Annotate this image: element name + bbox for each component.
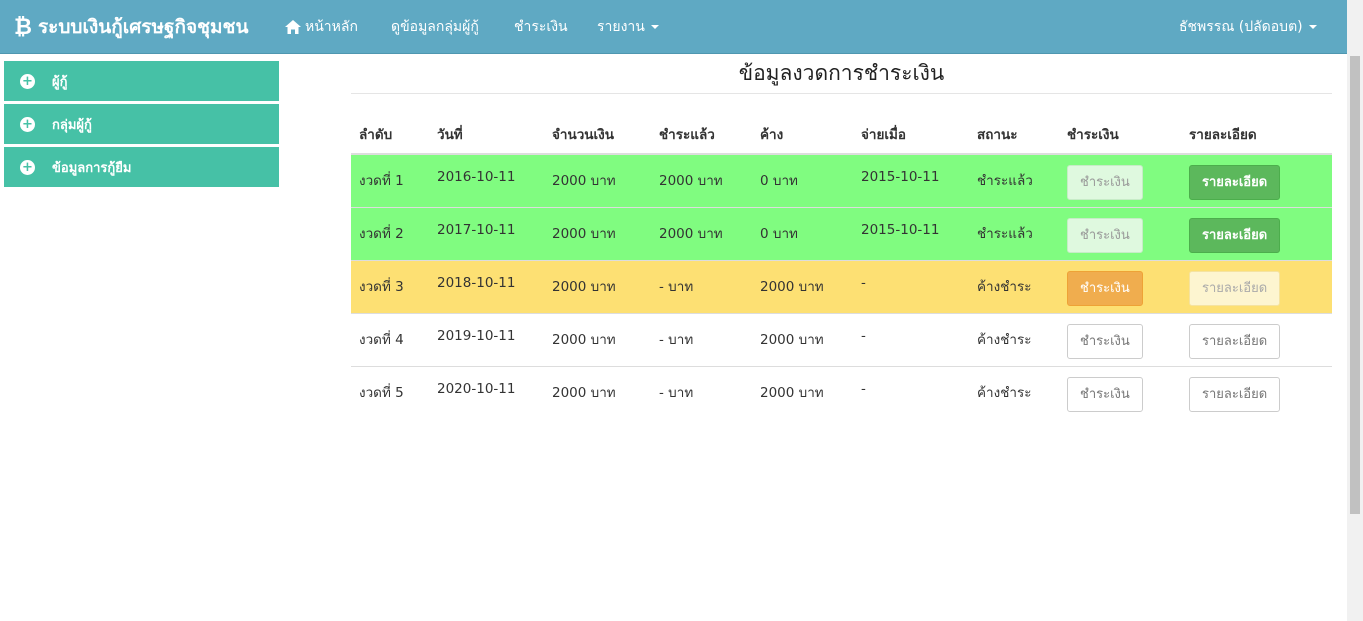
sidebar: + ผู้กู้ + กลุ่มผู้กู้ + ข้อมูลการกู้ยืม [4, 61, 279, 190]
cell-paid: 2000 บาท [651, 153, 752, 207]
cell-status: ค้างชำระ [969, 365, 1059, 419]
cell-amount: 2000 บาท [544, 259, 651, 313]
cell-owed: 2000 บาท [752, 259, 853, 313]
sidebar-item-label: ข้อมูลการกู้ยืม [52, 160, 132, 176]
sidebar-item-borrower[interactable]: + ผู้กู้ [4, 61, 279, 104]
user-name: ธัชพรรณ (ปลัดอบต) [1179, 19, 1303, 35]
cell-paid-on: 2015-10-11 [853, 153, 969, 207]
nav-payment[interactable]: ชำระเงิน [514, 0, 568, 54]
table-header-row: ลำดับ วันที่ จำนวนเงิน ชำระแล้ว ค้าง จ่า… [351, 114, 1332, 155]
cell-date: 2019-10-11 [429, 312, 544, 366]
pay-button[interactable]: ชำระเงิน [1067, 376, 1143, 412]
col-header: ค้าง [752, 114, 853, 155]
cell-paid: - บาท [651, 259, 752, 313]
col-header: ชำระแล้ว [651, 114, 752, 155]
detail-button[interactable]: รายละเอียด [1189, 217, 1281, 253]
cell-date: 2016-10-11 [429, 153, 544, 207]
cell-status: ชำระแล้ว [969, 153, 1059, 207]
brand-title: ระบบเงินกู้เศรษฐกิจชุมชน [37, 16, 249, 38]
cell-status: ค้างชำระ [969, 259, 1059, 313]
page-title: ข้อมูลงวดการชำระเงิน [351, 54, 1332, 94]
caret-down-icon [1308, 25, 1317, 29]
scrollbar-thumb[interactable] [1350, 56, 1360, 514]
detail-button[interactable]: รายละเอียด [1189, 376, 1281, 412]
sidebar-item-label: ผู้กู้ [52, 74, 68, 90]
cell-no: งวดที่ 3 [351, 259, 429, 313]
detail-button[interactable]: รายละเอียด [1189, 323, 1281, 359]
nav-group-info-label: ดูข้อมูลกลุ่มผู้กู้ [391, 19, 479, 35]
cell-status: ชำระแล้ว [969, 206, 1059, 260]
cell-paid: - บาท [651, 312, 752, 366]
cell-owed: 0 บาท [752, 206, 853, 260]
col-header: จ่ายเมื่อ [853, 114, 969, 155]
cell-date: 2017-10-11 [429, 206, 544, 260]
table-row: งวดที่ 4 2019-10-11 2000 บาท - บาท 2000 … [351, 312, 1332, 366]
nav-home-label: หน้าหลัก [305, 19, 358, 35]
main-content: ข้อมูลงวดการชำระเงิน ลำดับ วันที่ จำนวนเ… [351, 54, 1332, 419]
cell-amount: 2000 บาท [544, 312, 651, 366]
bitcoin-icon: ₿ [14, 15, 32, 40]
cell-owed: 2000 บาท [752, 312, 853, 366]
table-row: งวดที่ 3 2018-10-11 2000 บาท - บาท 2000 … [351, 259, 1332, 313]
cell-no: งวดที่ 1 [351, 153, 429, 207]
nav-group-info[interactable]: ดูข้อมูลกลุ่มผู้กู้ [391, 0, 479, 54]
sidebar-item-borrower-group[interactable]: + กลุ่มผู้กู้ [4, 104, 279, 147]
cell-date: 2020-10-11 [429, 365, 544, 419]
col-header: ลำดับ [351, 114, 429, 155]
col-header: ชำระเงิน [1059, 114, 1181, 155]
cell-status: ค้างชำระ [969, 312, 1059, 366]
nav-report-label: รายงาน [597, 19, 645, 35]
nav-report-dropdown[interactable]: รายงาน [597, 0, 659, 54]
cell-paid-on: - [853, 312, 969, 366]
table-row: งวดที่ 1 2016-10-11 2000 บาท 2000 บาท 0 … [351, 153, 1332, 207]
col-header: รายละเอียด [1181, 114, 1332, 155]
detail-button[interactable]: รายละเอียด [1189, 165, 1281, 200]
brand[interactable]: ₿ ระบบเงินกู้เศรษฐกิจชุมชน [14, 0, 248, 54]
caret-down-icon [650, 25, 659, 29]
plus-circle-icon: + [20, 116, 35, 132]
page-scrollbar[interactable] [1347, 0, 1363, 621]
cell-paid-on: - [853, 365, 969, 419]
cell-no: งวดที่ 2 [351, 206, 429, 260]
pay-button[interactable]: ชำระเงิน [1067, 217, 1143, 253]
col-header: สถานะ [969, 114, 1059, 155]
cell-amount: 2000 บาท [544, 153, 651, 207]
installments-table: ลำดับ วันที่ จำนวนเงิน ชำระแล้ว ค้าง จ่า… [351, 114, 1332, 419]
col-header: จำนวนเงิน [544, 114, 651, 155]
detail-button[interactable]: รายละเอียด [1189, 270, 1281, 306]
nav-payment-label: ชำระเงิน [514, 19, 568, 35]
cell-amount: 2000 บาท [544, 206, 651, 260]
table-row: งวดที่ 5 2020-10-11 2000 บาท - บาท 2000 … [351, 365, 1332, 419]
cell-owed: 2000 บาท [752, 365, 853, 419]
nav-home[interactable]: หน้าหลัก [285, 0, 358, 54]
col-header: วันที่ [429, 114, 544, 155]
pay-button[interactable]: ชำระเงิน [1067, 270, 1143, 306]
plus-circle-icon: + [20, 159, 35, 175]
cell-owed: 0 บาท [752, 153, 853, 207]
cell-paid-on: - [853, 259, 969, 313]
user-menu-dropdown[interactable]: ธัชพรรณ (ปลัดอบต) [1179, 0, 1317, 54]
pay-button[interactable]: ชำระเงิน [1067, 165, 1143, 200]
cell-amount: 2000 บาท [544, 365, 651, 419]
table-row: งวดที่ 2 2017-10-11 2000 บาท 2000 บาท 0 … [351, 206, 1332, 260]
cell-date: 2018-10-11 [429, 259, 544, 313]
cell-no: งวดที่ 5 [351, 365, 429, 419]
sidebar-item-loan-info[interactable]: + ข้อมูลการกู้ยืม [4, 147, 279, 190]
cell-paid: 2000 บาท [651, 206, 752, 260]
sidebar-item-label: กลุ่มผู้กู้ [52, 117, 92, 133]
cell-paid: - บาท [651, 365, 752, 419]
home-icon [285, 20, 301, 34]
plus-circle-icon: + [20, 73, 35, 89]
pay-button[interactable]: ชำระเงิน [1067, 323, 1143, 359]
top-navbar: ₿ ระบบเงินกู้เศรษฐกิจชุมชน หน้าหลัก ดูข้… [0, 0, 1347, 54]
cell-paid-on: 2015-10-11 [853, 206, 969, 260]
cell-no: งวดที่ 4 [351, 312, 429, 366]
